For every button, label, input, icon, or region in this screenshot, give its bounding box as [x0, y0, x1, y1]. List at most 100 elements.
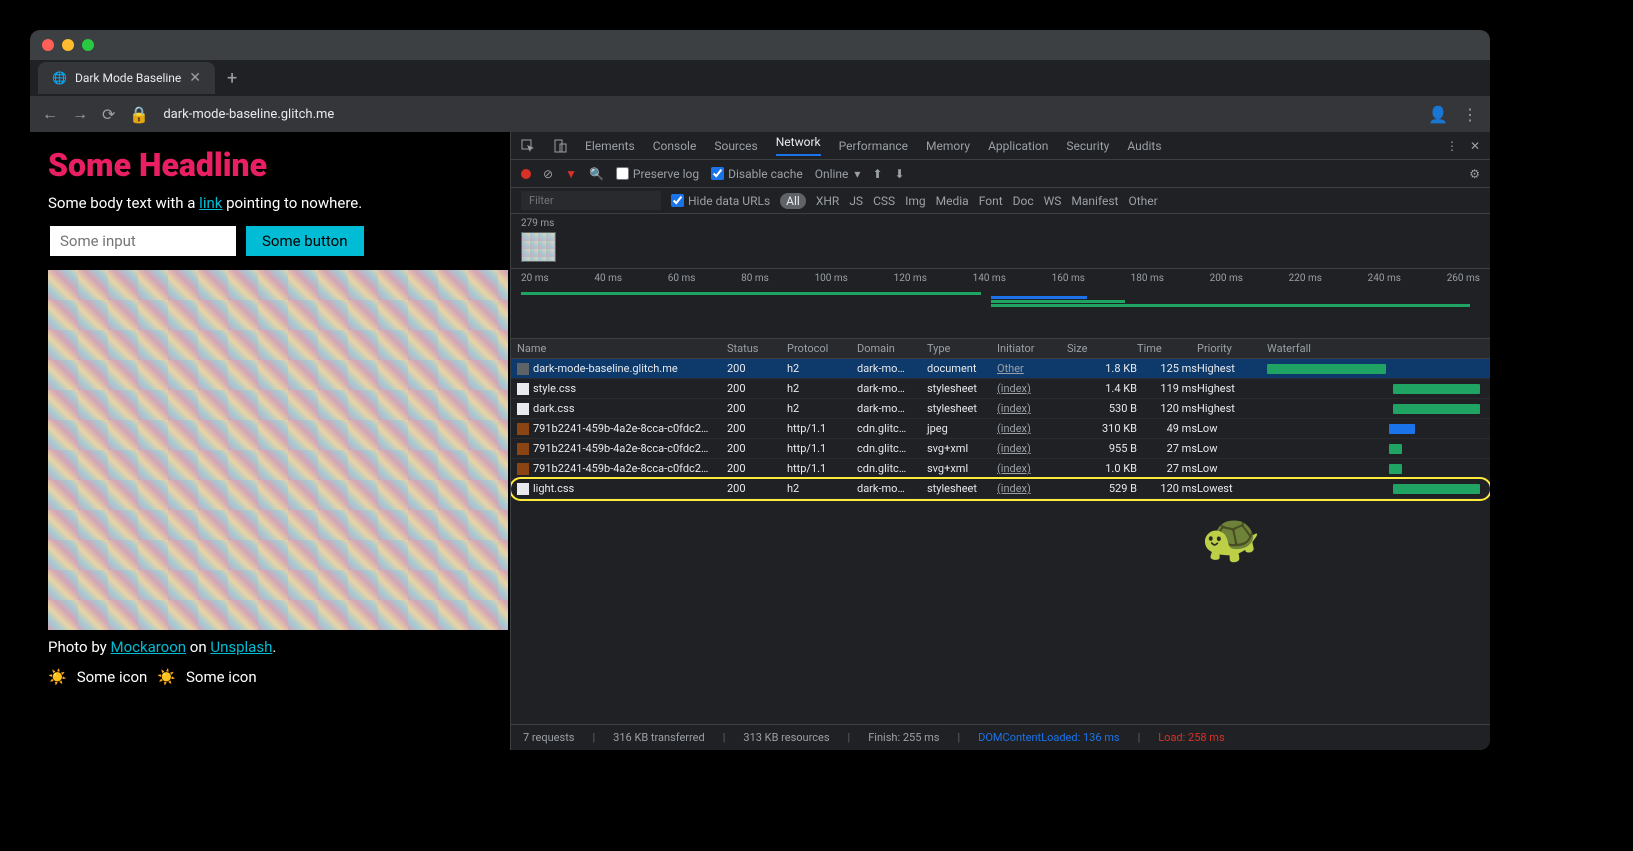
devtools-tab-sources[interactable]: Sources — [714, 139, 757, 153]
column-header[interactable]: Initiator — [997, 342, 1067, 355]
browser-tab[interactable]: 🌐 Dark Mode Baseline ✕ — [38, 62, 215, 94]
back-button[interactable]: ← — [42, 104, 58, 124]
credit-author-link[interactable]: Mockaroon — [110, 638, 186, 656]
lock-icon: 🔒 — [129, 105, 149, 124]
status-resources: 313 KB resources — [743, 731, 829, 744]
tick-label: 220 ms — [1289, 273, 1322, 284]
filter-type-css[interactable]: CSS — [873, 194, 895, 208]
devtools-tab-application[interactable]: Application — [988, 139, 1048, 153]
page-headline: Some Headline — [48, 146, 492, 184]
filter-type-img[interactable]: Img — [905, 194, 926, 208]
settings-icon[interactable]: ⚙ — [1469, 167, 1480, 181]
devtools-close-button[interactable]: ✕ — [1470, 139, 1480, 153]
status-finish: Finish: 255 ms — [868, 731, 939, 744]
close-window-button[interactable] — [42, 39, 54, 51]
device-icon[interactable] — [553, 139, 567, 153]
tick-label: 140 ms — [973, 273, 1006, 284]
devtools-tab-performance[interactable]: Performance — [839, 139, 908, 153]
network-row[interactable]: dark-mode-baseline.glitch.me200h2dark-mo… — [511, 359, 1490, 379]
column-header[interactable]: Priority — [1197, 342, 1267, 355]
timeline-ruler[interactable]: 20 ms40 ms60 ms80 ms100 ms120 ms140 ms16… — [511, 269, 1490, 339]
status-domcontentloaded: DOMContentLoaded: 136 ms — [978, 731, 1119, 744]
tick-label: 100 ms — [815, 273, 848, 284]
upload-icon[interactable]: ⬆ — [872, 167, 882, 181]
close-tab-button[interactable]: ✕ — [189, 70, 201, 86]
minimize-window-button[interactable] — [62, 39, 74, 51]
devtools-tab-console[interactable]: Console — [653, 139, 697, 153]
filter-toggle-icon[interactable]: ▼ — [565, 167, 577, 181]
devtools-tab-security[interactable]: Security — [1066, 139, 1109, 153]
new-tab-button[interactable]: + — [227, 68, 237, 89]
overview-duration: 279 ms — [521, 218, 554, 229]
network-toolbar: ⊘ ▼ 🔍 Preserve log Disable cache Online … — [511, 160, 1490, 188]
network-row[interactable]: 791b2241-459b-4a2e-8cca-c0fdc2…200http/1… — [511, 459, 1490, 479]
demo-button[interactable]: Some button — [244, 224, 366, 258]
url-text[interactable]: dark-mode-baseline.glitch.me — [163, 107, 1414, 122]
preserve-log-checkbox[interactable]: Preserve log — [616, 167, 699, 181]
filter-type-doc[interactable]: Doc — [1013, 194, 1034, 208]
filter-type-all[interactable]: All — [780, 193, 806, 209]
tick-label: 60 ms — [668, 273, 696, 284]
devtools-panel: Elements Console Sources Network Performance… — [510, 132, 1490, 750]
record-button[interactable] — [521, 169, 531, 179]
hide-data-urls-checkbox[interactable]: Hide data URLs — [671, 194, 770, 208]
menu-button[interactable]: ⋮ — [1462, 105, 1478, 124]
throttling-select[interactable]: Online ▾ — [815, 167, 861, 181]
filter-type-media[interactable]: Media — [936, 194, 969, 208]
column-header[interactable]: Status — [727, 342, 787, 355]
network-row[interactable]: 791b2241-459b-4a2e-8cca-c0fdc2…200http/1… — [511, 419, 1490, 439]
column-header[interactable]: Time — [1137, 342, 1197, 355]
devtools-more-button[interactable]: ⋮ — [1446, 139, 1458, 153]
reload-button[interactable]: ⟳ — [102, 105, 115, 124]
filter-type-xhr[interactable]: XHR — [816, 194, 839, 208]
devtools-tab-audits[interactable]: Audits — [1127, 139, 1161, 153]
screenshot-thumb — [521, 232, 556, 262]
profile-icon[interactable]: 👤 — [1428, 105, 1448, 124]
column-header[interactable]: Protocol — [787, 342, 857, 355]
tab-title: Dark Mode Baseline — [75, 71, 181, 85]
disable-cache-checkbox[interactable]: Disable cache — [711, 167, 803, 181]
network-row[interactable]: 791b2241-459b-4a2e-8cca-c0fdc2…200http/1… — [511, 439, 1490, 459]
forward-button[interactable]: → — [72, 104, 88, 124]
inspect-icon[interactable] — [521, 139, 535, 153]
network-row[interactable]: style.css200h2dark-mo…stylesheet(index)1… — [511, 379, 1490, 399]
maximize-window-button[interactable] — [82, 39, 94, 51]
search-icon[interactable]: 🔍 — [589, 167, 604, 181]
tab-strip: 🌐 Dark Mode Baseline ✕ + — [30, 60, 1490, 96]
filter-type-font[interactable]: Font — [979, 194, 1003, 208]
status-requests: 7 requests — [523, 731, 574, 744]
tick-label: 160 ms — [1052, 273, 1085, 284]
address-bar: ← → ⟳ 🔒 dark-mode-baseline.glitch.me 👤 ⋮ — [30, 96, 1490, 132]
download-icon[interactable]: ⬇ — [895, 167, 905, 181]
filter-type-js[interactable]: JS — [849, 194, 863, 208]
demo-input[interactable] — [48, 224, 238, 258]
tick-label: 260 ms — [1447, 273, 1480, 284]
filter-input[interactable] — [521, 191, 661, 210]
tick-label: 20 ms — [521, 273, 549, 284]
devtools-tab-memory[interactable]: Memory — [926, 139, 970, 153]
tick-label: 180 ms — [1131, 273, 1164, 284]
column-header[interactable]: Type — [927, 342, 997, 355]
rendered-page: Some Headline Some body text with a link… — [30, 132, 510, 750]
table-header[interactable]: NameStatusProtocolDomainTypeInitiatorSiz… — [511, 339, 1490, 359]
filter-type-other[interactable]: Other — [1128, 194, 1157, 208]
credit-site-link[interactable]: Unsplash — [210, 638, 272, 656]
column-header[interactable]: Waterfall — [1267, 342, 1484, 355]
column-header[interactable]: Domain — [857, 342, 927, 355]
filter-type-ws[interactable]: WS — [1044, 194, 1062, 208]
clear-button[interactable]: ⊘ — [543, 167, 553, 181]
traffic-lights — [42, 39, 94, 51]
filter-bar: Hide data URLs All XHR JS CSS Img Media Font Do… — [511, 188, 1490, 214]
network-row[interactable]: light.css200h2dark-mo…stylesheet(index)5… — [511, 479, 1490, 499]
network-row[interactable]: dark.css200h2dark-mo…stylesheet(index)53… — [511, 399, 1490, 419]
filter-type-manifest[interactable]: Manifest — [1071, 194, 1118, 208]
overview-pane[interactable]: 279 ms — [511, 214, 1490, 269]
tick-label: 40 ms — [594, 273, 622, 284]
status-load: Load: 258 ms — [1158, 731, 1224, 744]
devtools-tab-elements[interactable]: Elements — [585, 139, 635, 153]
body-link[interactable]: link — [199, 194, 222, 212]
column-header[interactable]: Name — [517, 342, 727, 355]
titlebar — [30, 30, 1490, 60]
column-header[interactable]: Size — [1067, 342, 1137, 355]
devtools-tab-network[interactable]: Network — [776, 135, 821, 156]
